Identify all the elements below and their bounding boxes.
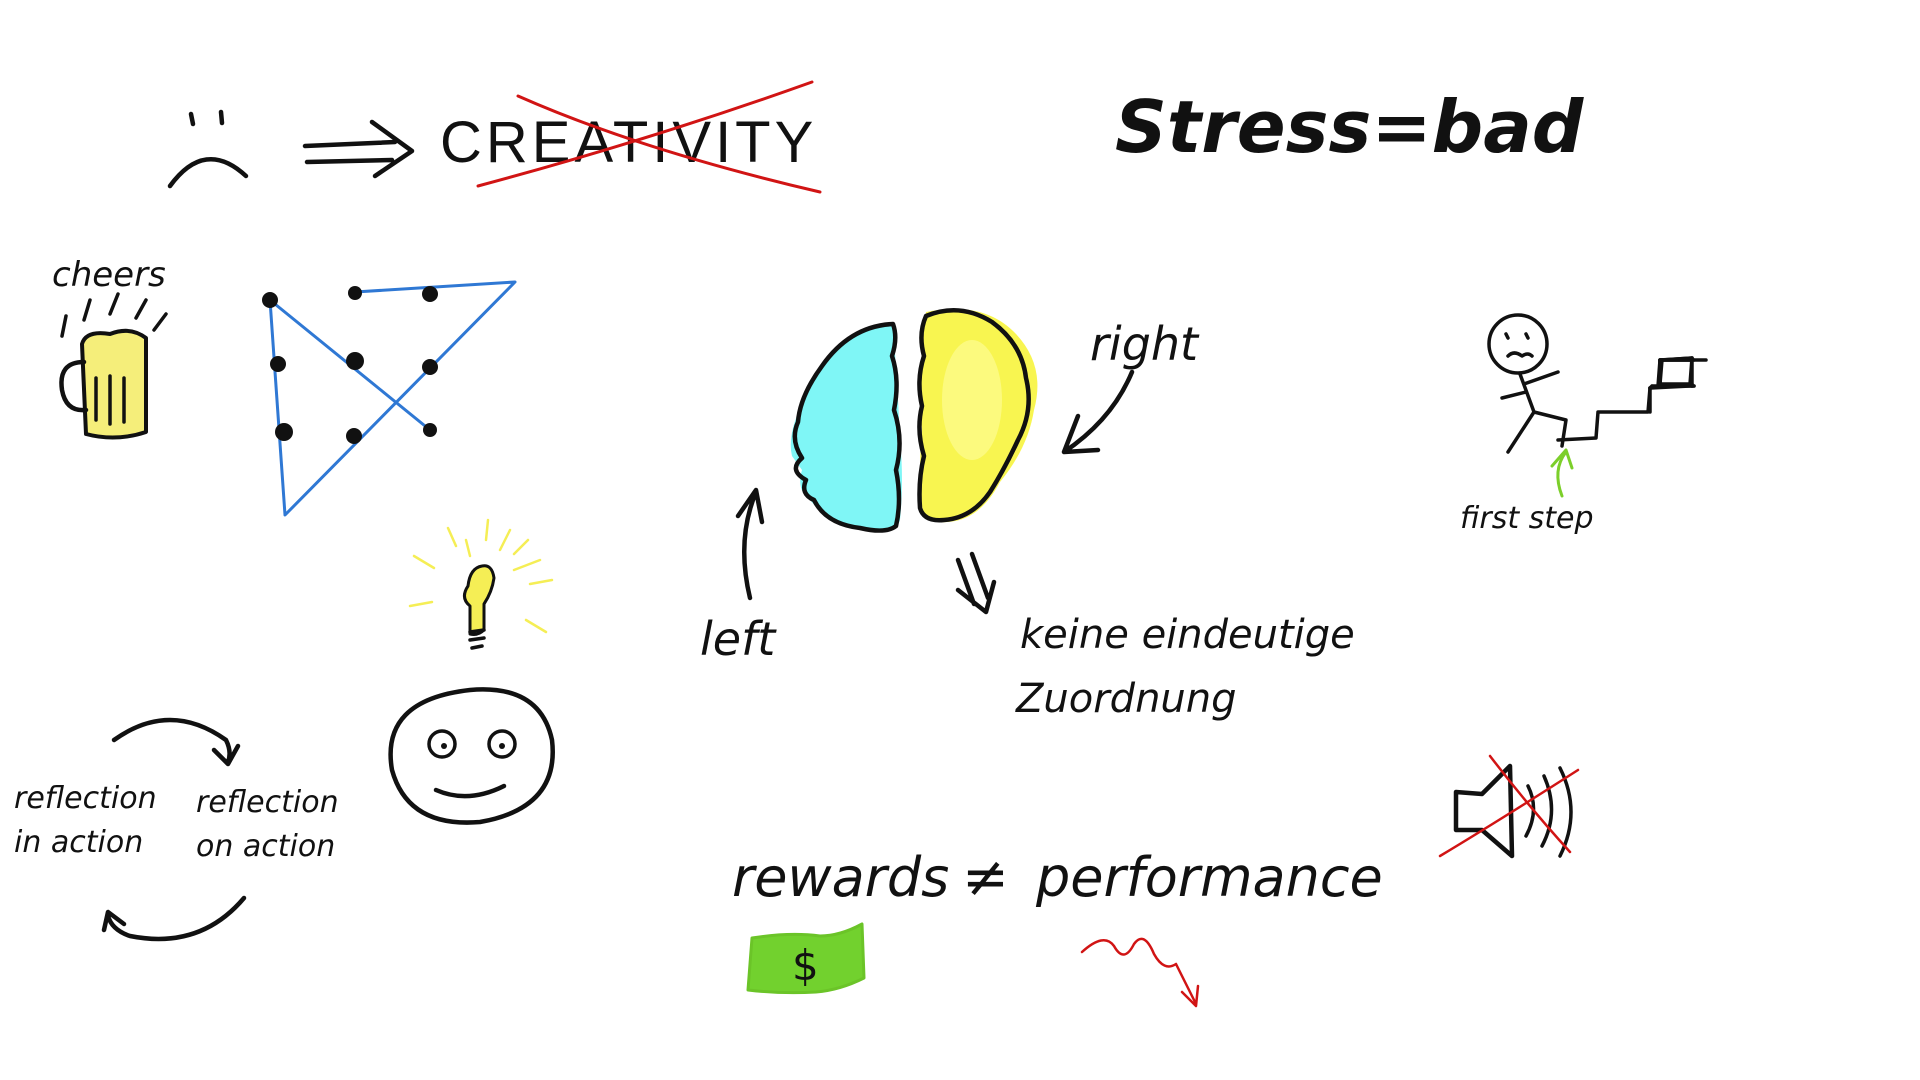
right-label: right (1090, 317, 1200, 371)
arrow-implies-down-icon (955, 551, 997, 615)
brain-icon (790, 308, 1038, 533)
sad-face-icon (167, 109, 249, 189)
beer-mug-icon (59, 328, 148, 440)
whiteboard-canvas: CREATIVITY Stress=bad cheers right left … (14, 80, 1708, 1008)
reflection-in-line-2: in action (14, 825, 143, 860)
arrow-implies-icon (302, 119, 415, 179)
decline-arrow-icon (1080, 937, 1200, 1008)
light-bulb-icon (408, 518, 554, 650)
left-label: left (700, 612, 777, 666)
dollar-sign: $ (792, 941, 819, 990)
arrow-right-label-icon (1061, 369, 1135, 455)
rewards-label: rewards (732, 846, 949, 909)
reflection-in-line-1: reflection (14, 781, 157, 816)
stick-figure-stairs-icon (1487, 313, 1708, 454)
performance-label: performance (1035, 846, 1383, 909)
first-step-label: first step (1460, 501, 1594, 536)
not-equal-sign: ≠ (962, 845, 1009, 910)
reflection-on-line-2: on action (196, 829, 335, 864)
cheers-label: cheers (52, 255, 166, 295)
dollar-bill-icon: $ (746, 922, 866, 995)
happy-face-icon (388, 687, 555, 825)
reflection-on-line-1: reflection (196, 785, 339, 820)
cheer-lines-icon (60, 292, 168, 338)
stress-label: Stress=bad (1115, 85, 1585, 169)
muted-speaker-icon (1438, 754, 1580, 859)
unclear-line-1: keine eindeutige (1020, 612, 1355, 658)
unclear-line-2: Zuordnung (1015, 676, 1237, 722)
first-step-arrow-icon (1550, 448, 1574, 498)
arrow-left-label-icon (735, 487, 765, 601)
nine-dot-puzzle-icon (262, 280, 517, 517)
